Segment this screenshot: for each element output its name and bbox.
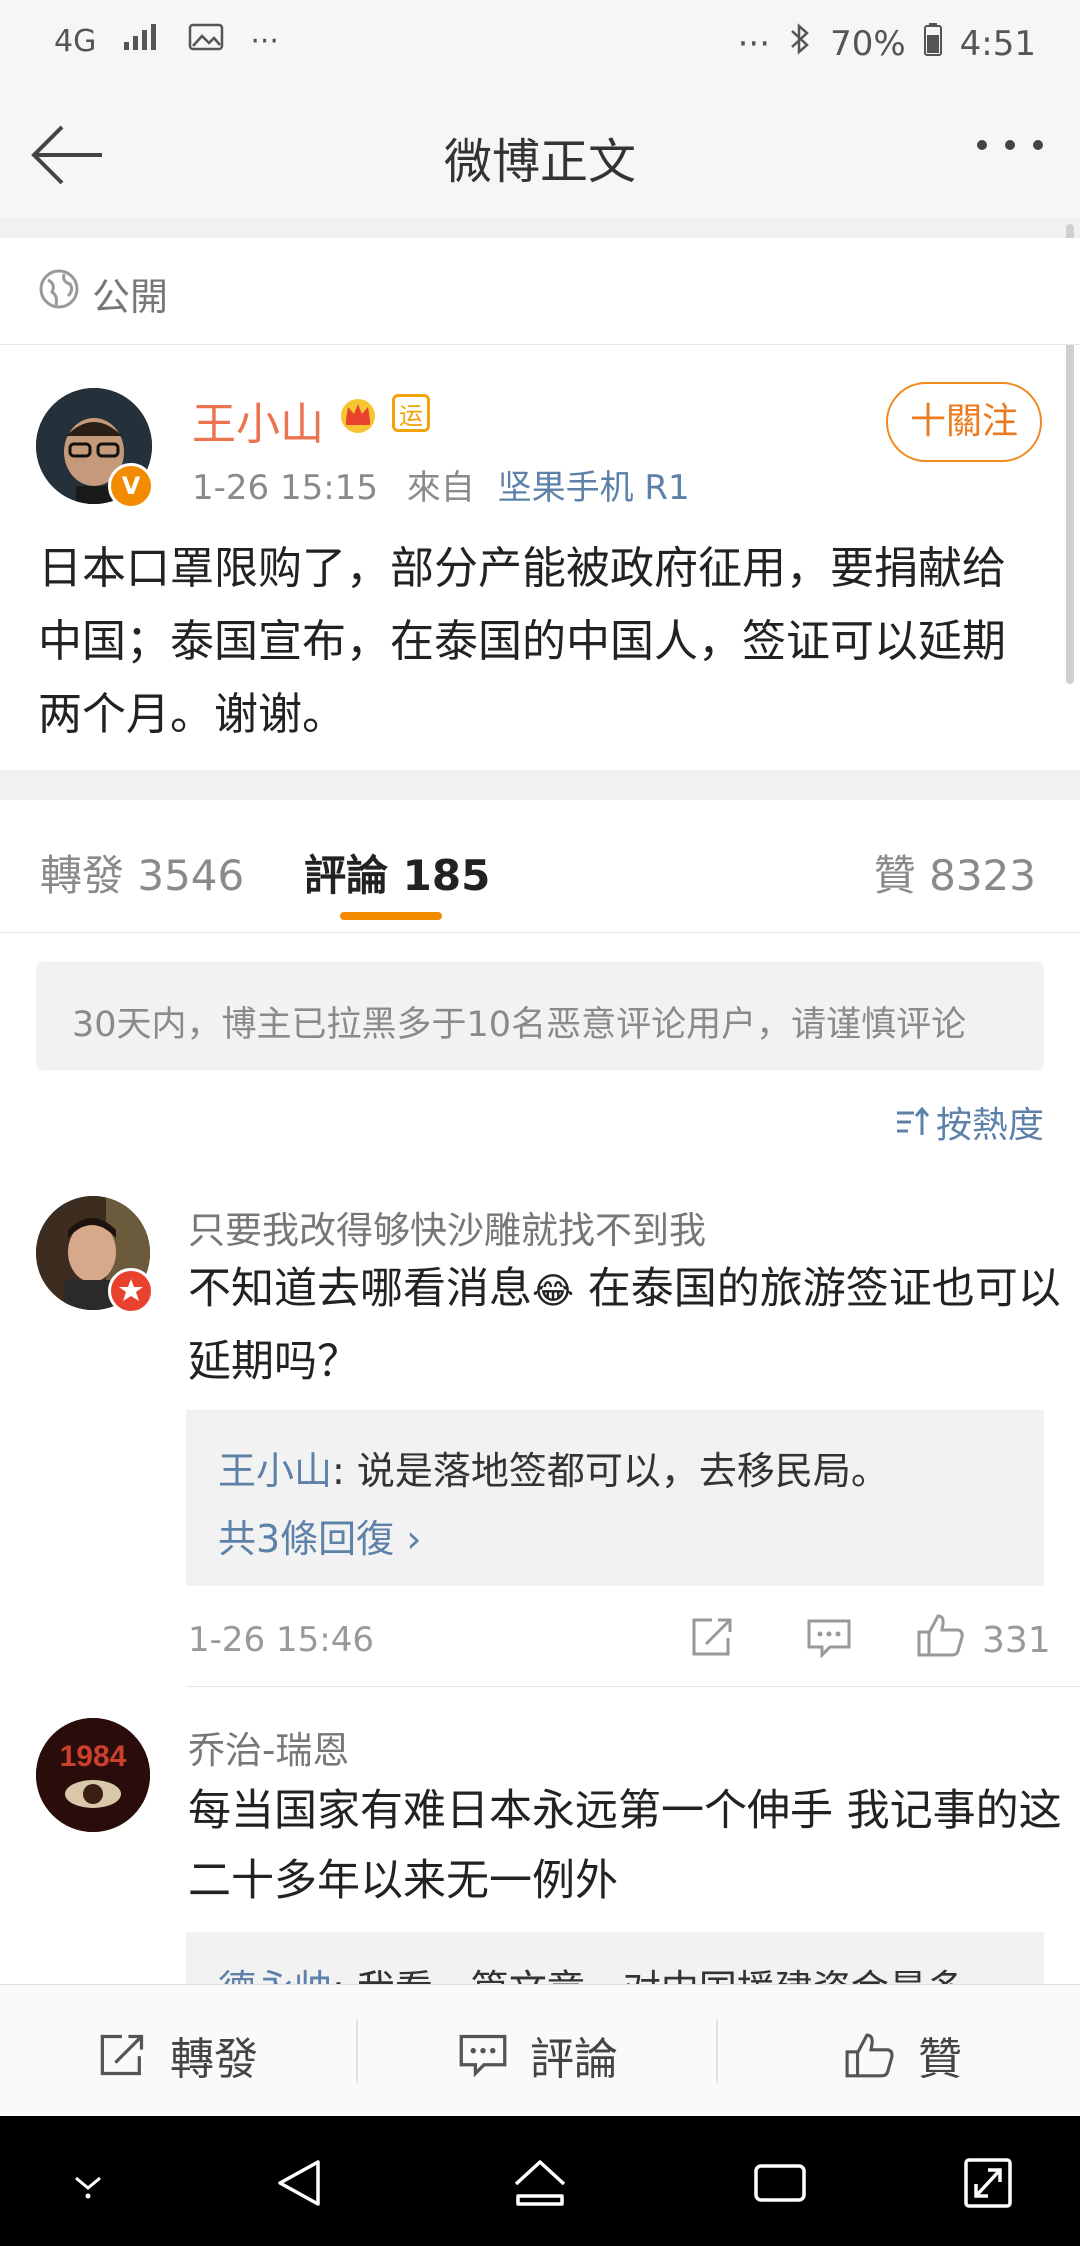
reply-username[interactable]: 王小山	[218, 1449, 332, 1493]
share-icon	[100, 2034, 144, 2076]
network-indicator: 4G	[54, 23, 97, 59]
battery-percent: 70%	[830, 23, 906, 64]
more-dots-icon	[977, 140, 1043, 150]
comment-button[interactable]: 評論	[458, 2023, 618, 2087]
section-gap	[0, 218, 1080, 238]
bottom-action-bar: 轉發 評論 贊	[0, 1984, 1080, 2117]
back-nav-icon[interactable]	[272, 2156, 326, 2214]
battery-icon	[923, 22, 942, 65]
divider	[356, 2019, 358, 2083]
verified-badge-icon: V	[108, 463, 154, 509]
comment-notice: 30天内，博主已拉黑多于10名恶意评论用户，请谨慎评论	[36, 962, 1044, 1070]
expand-icon[interactable]	[962, 2156, 1014, 2214]
like-thumb-icon	[845, 2033, 894, 2078]
notice-text: 30天内，博主已拉黑多于10名恶意评论用户，请谨慎评论	[72, 1005, 967, 1045]
more-status-dots: ···	[250, 23, 279, 59]
more-status-dots: ···	[737, 23, 771, 64]
author-name[interactable]: 王小山	[192, 388, 324, 452]
comment-icon	[459, 2034, 507, 2077]
laughing-tears-emoji-icon: 😂	[532, 1271, 575, 1312]
clock: 4:51	[959, 23, 1036, 64]
like-label: 贊	[918, 2034, 962, 2085]
comment-like-count: 331	[982, 1620, 1051, 1661]
post-stats-tabs: 轉發 3546 評論 185 贊 8323	[0, 800, 1080, 933]
post-time: 1-26 15:15	[192, 468, 378, 508]
post-source[interactable]: 坚果手机 R1	[498, 468, 690, 508]
member-badge-icon	[108, 1268, 154, 1314]
repost-label: 轉發	[170, 2034, 258, 2085]
visibility-label: 公開	[92, 275, 169, 319]
reply-icon[interactable]	[806, 1618, 852, 1662]
share-icon[interactable]	[690, 1616, 736, 1662]
home-nav-icon[interactable]	[510, 2156, 570, 2214]
comment-divider	[186, 1686, 1080, 1687]
visibility-row: 公開	[0, 238, 1080, 345]
like-button[interactable]: 贊	[844, 2023, 962, 2087]
tab-comments[interactable]: 評論 185	[304, 842, 490, 903]
bluetooth-icon	[788, 22, 812, 65]
like-thumb-icon[interactable]	[916, 1612, 966, 1662]
post-text: 日本口罩限购了，部分产能被政府征用，要捐献给中国；泰国宣布，在泰国的中国人，签证…	[38, 543, 1006, 740]
sort-by-hot-button[interactable]: 按熱度	[894, 1096, 1044, 1148]
page-title: 微博正文	[443, 134, 636, 190]
tab-likes[interactable]: 贊 8323	[874, 842, 1036, 903]
sort-icon	[896, 1106, 930, 1135]
reply-text: : 说是落地签都可以，去移民局。	[332, 1449, 889, 1493]
comment-text: 每当国家有难日本永远第一个伸手 我记事的这二十多年以来无一例外	[188, 1786, 1062, 1906]
comment-text-part: 不知道去哪看消息	[188, 1264, 532, 1314]
globe-icon	[38, 268, 80, 314]
sort-label: 按熱度	[935, 1105, 1044, 1146]
recent-apps-icon[interactable]	[752, 2156, 808, 2214]
view-replies-link[interactable]: 共3條回復 ›	[218, 1508, 421, 1563]
membership-badge-icon: 运	[392, 394, 430, 432]
nav-bar: 微博正文	[0, 92, 1080, 219]
reply-preview[interactable]: 德永帅: 我看一篇文章，对中国援建资金最多	[186, 1932, 1044, 1984]
crown-icon	[336, 394, 380, 438]
more-options-button[interactable]	[970, 130, 1050, 180]
reply-line: 王小山: 说是落地签都可以，去移民局。	[218, 1440, 889, 1495]
image-icon	[188, 22, 224, 60]
comment-username[interactable]: 只要我改得够快沙雕就找不到我	[188, 1200, 706, 1254]
comment-time: 1-26 15:46	[188, 1620, 374, 1660]
tab-reposts[interactable]: 轉發 3546	[40, 842, 244, 903]
reply-text: : 我看一篇文章，对中国援建资金最多	[332, 1967, 965, 1984]
comment-username[interactable]: 乔治-瑞恩	[188, 1720, 349, 1774]
divider	[716, 2019, 718, 2083]
source-prefix: 來自	[406, 468, 475, 508]
status-bar: 4G ··· ··· 70% 4:51	[0, 0, 1080, 92]
section-gap	[0, 770, 1080, 800]
hide-keyboard-icon[interactable]	[64, 2170, 112, 2204]
comment-label: 評論	[530, 2034, 618, 2085]
post-meta: 1-26 15:15 來自 坚果手机 R1	[192, 460, 690, 509]
repost-button[interactable]: 轉發	[98, 2023, 258, 2087]
reply-line: 德永帅: 我看一篇文章，对中国援建资金最多	[218, 1958, 965, 1984]
comment-avatar[interactable]: 1984	[36, 1718, 150, 1832]
reply-preview[interactable]: 王小山: 说是落地签都可以，去移民局。 共3條回復 ›	[186, 1410, 1044, 1586]
reply-username[interactable]: 德永帅	[218, 1967, 332, 1984]
follow-button[interactable]: 十關注	[886, 382, 1042, 462]
signal-icon	[122, 22, 162, 60]
active-tab-indicator	[340, 912, 442, 920]
avatar-text: 1984	[60, 1740, 127, 1773]
system-nav-bar	[0, 2116, 1080, 2246]
comment-text: 不知道去哪看消息😂 在泰国的旅游签证也可以延期吗？	[188, 1254, 1068, 1397]
